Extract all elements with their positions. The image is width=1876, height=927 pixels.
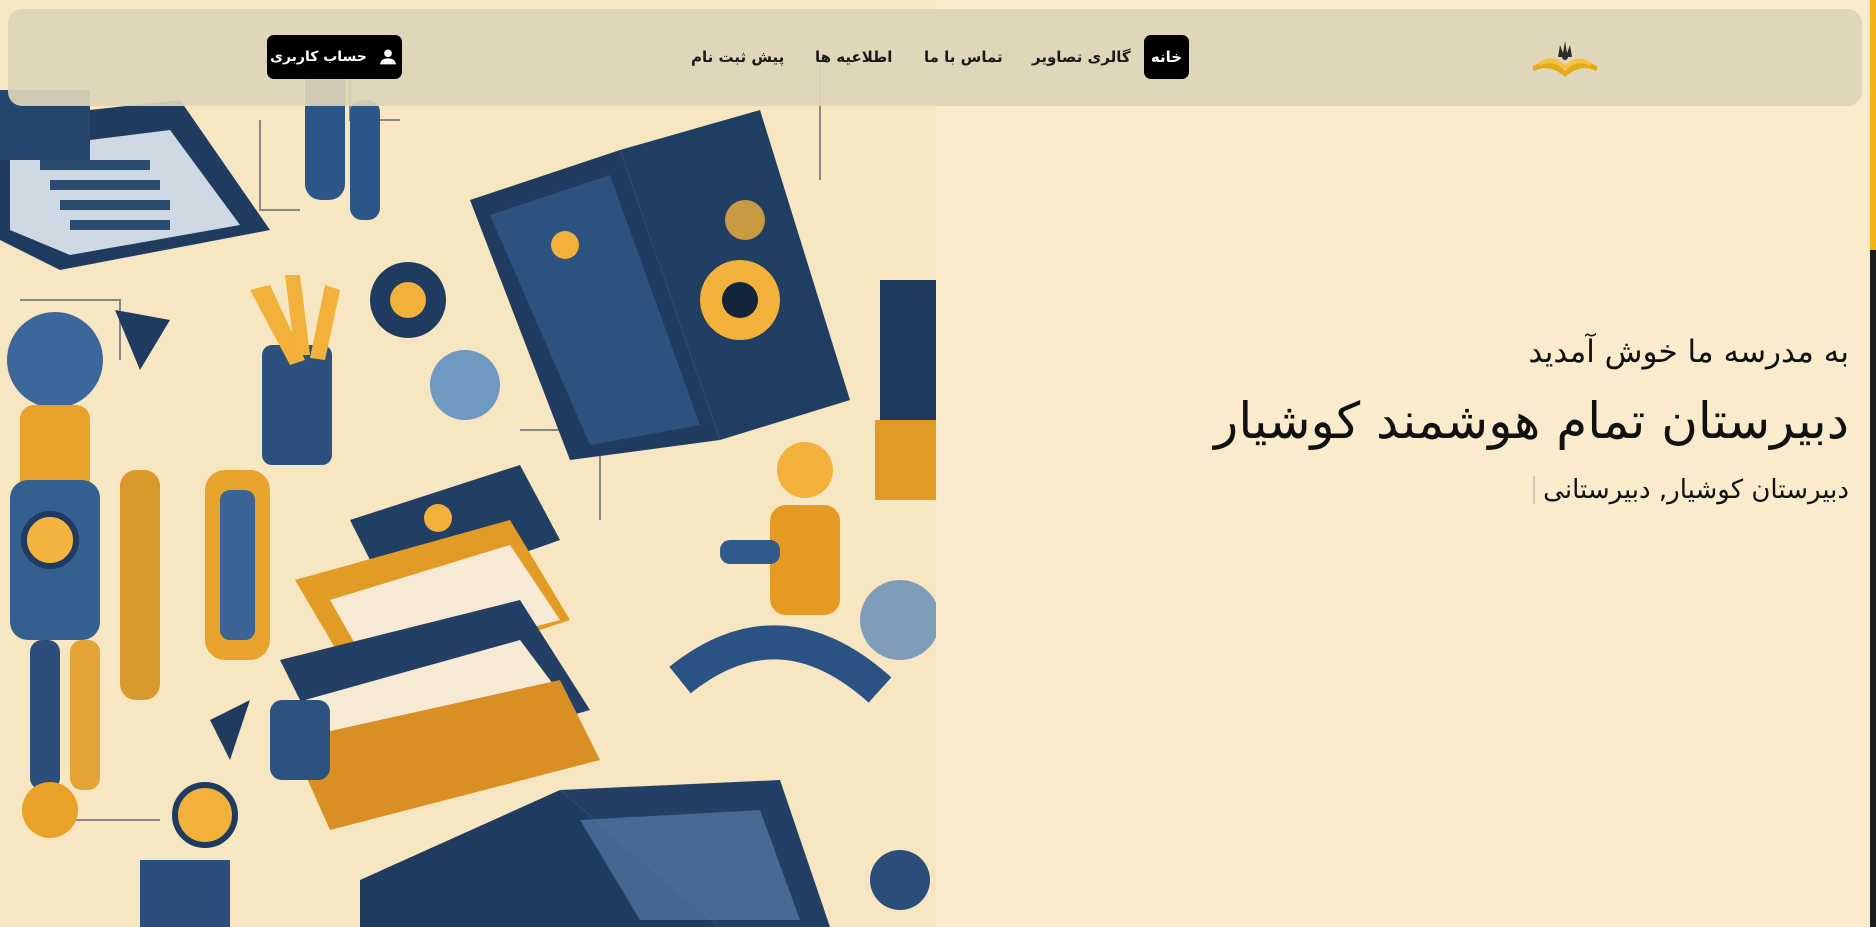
school-title: دبیرستان تمام هوشمند کوشیار: [1214, 392, 1849, 450]
typing-cursor: [1533, 476, 1536, 504]
hero-section: به مدرسه ما خوش آمدید دبیرستان تمام هوشم…: [1029, 330, 1849, 508]
school-logo-icon[interactable]: [1530, 37, 1600, 81]
typed-text: دبیرستان کوشیار, دبیرستانی: [1543, 475, 1849, 505]
scrollbar-thumb[interactable]: [1870, 0, 1876, 250]
user-account-label: حساب کاربری: [270, 49, 367, 65]
user-icon: [380, 49, 396, 65]
welcome-heading: به مدرسه ما خوش آمدید: [1528, 334, 1849, 370]
nav-link-announcements[interactable]: اطلاعیه ها: [815, 40, 892, 74]
typed-subtitle: دبیرستان کوشیار, دبیرستانی: [1029, 472, 1849, 508]
nav-link-gallery[interactable]: گالری تصاویر: [1032, 40, 1131, 74]
page-scrollbar[interactable]: [1870, 0, 1876, 927]
top-navbar: خانه گالری تصاویر تماس با ما اطلاعیه ها …: [8, 9, 1862, 106]
nav-link-contact[interactable]: تماس با ما: [924, 40, 1003, 74]
user-account-button[interactable]: حساب کاربری: [267, 35, 402, 79]
hero-illustration: [0, 0, 936, 927]
nav-home-button[interactable]: خانه: [1144, 35, 1189, 79]
nav-link-preregistration[interactable]: پیش ثبت نام: [691, 40, 784, 74]
education-collage-image: [0, 0, 936, 927]
